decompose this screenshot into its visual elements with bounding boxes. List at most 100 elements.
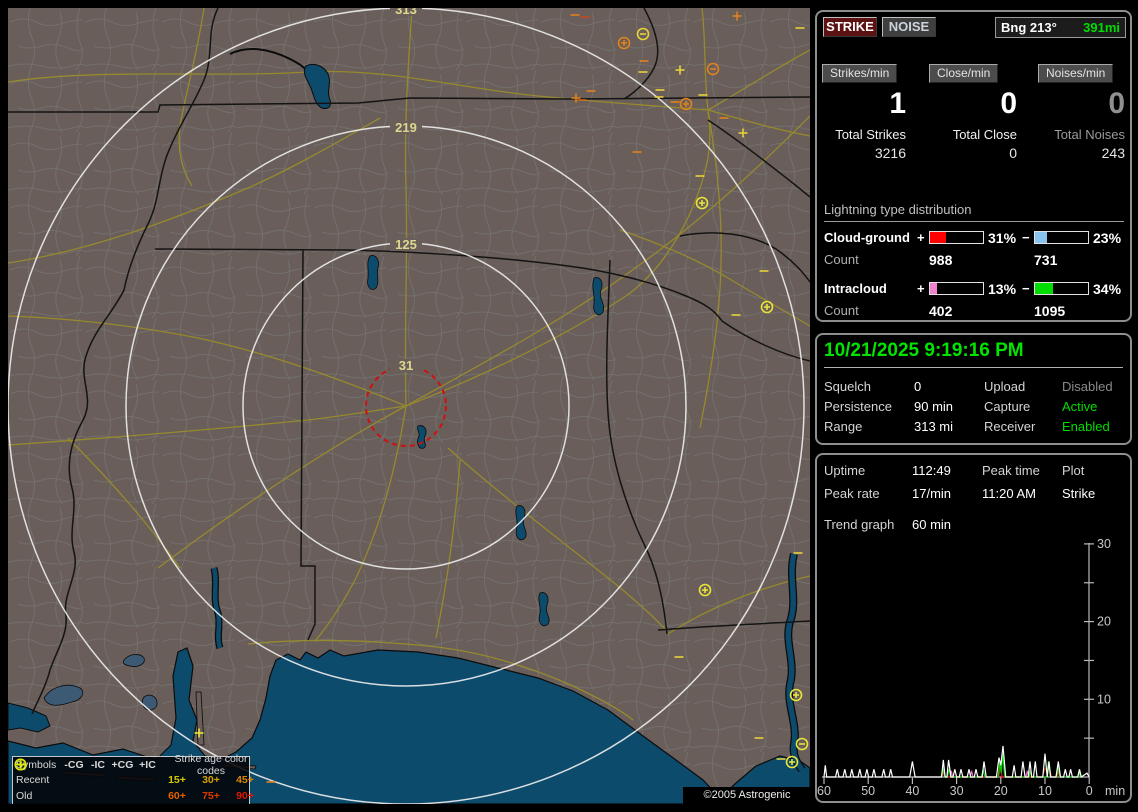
session-panel: Uptime 112:49 Peak time Plot Peak rate 1… [815, 453, 1132, 803]
peak-time-value: 11:20 AM [982, 486, 1036, 501]
receiver-status: Enabled [1062, 419, 1110, 434]
upload-status: Disabled [1062, 379, 1113, 394]
capture-label: Capture [984, 399, 1030, 414]
intracloud-row: Intracloud + 13% − 34% [824, 281, 1124, 296]
lightning-map[interactable]: 313 219 125 31 Symbols -CG -IC +CG +IC Stri… [8, 8, 810, 804]
ic-negative-pct: 34% [1093, 281, 1121, 297]
bearing-distance: 391mi [1083, 20, 1120, 35]
age-code-75: 75+ [194, 790, 228, 802]
cg-positive-count: 988 [929, 252, 952, 268]
total-noises-label: Total Noises [1038, 127, 1125, 142]
stats-panel: STRIKE NOISE Bng 213° 391mi Strikes/min … [815, 10, 1132, 322]
minus-sign: − [1022, 230, 1030, 245]
noises-per-min-value: 0 [1038, 87, 1125, 123]
svg-text:30: 30 [950, 784, 964, 798]
ic-negative-bar [1034, 282, 1089, 295]
age-code-90: 90+ [228, 790, 262, 802]
trend-graph-label: Trend graph [824, 517, 894, 532]
svg-text:10: 10 [1097, 692, 1111, 706]
map-legend: Symbols -CG -IC +CG +IC Strike age color… [12, 756, 250, 804]
svg-text:60: 60 [817, 784, 831, 798]
noises-counter: Noises/min 0 Total Noises 243 [1038, 64, 1125, 161]
close-per-min-value: 0 [929, 87, 1017, 123]
cg-positive-bar [929, 231, 984, 244]
chart-tick-labels: 1020306050403020100min [817, 539, 1125, 798]
svg-text:40: 40 [905, 784, 919, 798]
svg-text:20: 20 [1097, 615, 1111, 629]
persistence-label: Persistence [824, 399, 892, 414]
lightning-distribution: Lightning type distribution Cloud-ground… [824, 202, 1124, 318]
persistence-value: 90 min [914, 399, 953, 414]
cg-negative-pct: 23% [1093, 230, 1121, 246]
cloud-ground-counts: Count 988 731 [824, 252, 1124, 267]
status-row: Range 313 mi Receiver Enabled [817, 419, 1130, 435]
legend-col-pos-cg: +CG [110, 759, 135, 771]
close-per-min-chip[interactable]: Close/min [929, 64, 998, 83]
total-close-label: Total Close [929, 127, 1017, 142]
ring-label-313: 313 [395, 8, 417, 17]
count-label: Count [824, 252, 859, 267]
upload-label: Upload [984, 379, 1025, 394]
chart-axes [822, 543, 1094, 784]
uptime-label: Uptime [824, 463, 865, 478]
legend-row-label-old: Old [16, 790, 62, 802]
intracloud-counts: Count 402 1095 [824, 303, 1124, 318]
session-row: Peak rate 17/min 11:20 AM Strike [817, 486, 1130, 502]
bearing-value: Bng 213° [1001, 20, 1057, 35]
svg-text:20: 20 [994, 784, 1008, 798]
svg-text:10: 10 [1038, 784, 1052, 798]
chart-unit-label: min [1105, 784, 1125, 798]
squelch-value: 0 [914, 379, 921, 394]
ring-label-31: 31 [399, 358, 413, 373]
age-code-30: 30+ [194, 774, 228, 786]
strikes-per-min-chip[interactable]: Strikes/min [822, 64, 897, 83]
copyright-notice: ©2005 Astrogenic Systems [683, 787, 810, 804]
status-panel: 10/21/2025 9:19:16 PM Squelch 0 Upload D… [815, 333, 1132, 445]
ring-label-219: 219 [395, 120, 417, 135]
range-value: 313 mi [914, 419, 953, 434]
noise-button[interactable]: NOISE [882, 17, 936, 37]
peak-rate-value: 17/min [912, 486, 951, 501]
total-close-value: 0 [929, 145, 1017, 161]
cg-negative-count: 731 [1034, 252, 1057, 268]
svg-text:0: 0 [1086, 784, 1093, 798]
close-counter: Close/min 0 Total Close 0 [929, 64, 1017, 161]
age-code-15: 15+ [160, 774, 194, 786]
total-strikes-value: 3216 [822, 145, 906, 161]
cg-positive-pct: 31% [988, 230, 1016, 246]
ring-label-125: 125 [395, 237, 417, 252]
legend-col-neg-ic: -IC [86, 759, 110, 771]
map-canvas: 313 219 125 31 [8, 8, 810, 804]
ic-positive-pct: 13% [988, 281, 1016, 297]
session-row: Uptime 112:49 Peak time Plot [817, 463, 1130, 479]
cloud-ground-label: Cloud-ground [824, 230, 910, 245]
svg-text:50: 50 [861, 784, 875, 798]
receiver-label: Receiver [984, 419, 1035, 434]
plus-sign: + [917, 281, 925, 296]
peak-time-label: Peak time [982, 463, 1040, 478]
squelch-label: Squelch [824, 379, 871, 394]
trend-graph-value: 60 min [912, 517, 951, 532]
bearing-readout: Bng 213° 391mi [995, 17, 1126, 38]
peak-rate-label: Peak rate [824, 486, 880, 501]
status-row: Persistence 90 min Capture Active [817, 399, 1130, 415]
strikes-counter: Strikes/min 1 Total Strikes 3216 [822, 64, 906, 161]
trend-graph-row: Trend graph 60 min [817, 517, 1130, 533]
plot-mode-value: Strike [1062, 486, 1095, 501]
cloud-ground-row: Cloud-ground + 31% − 23% [824, 230, 1124, 245]
total-strikes-label: Total Strikes [822, 127, 906, 142]
strike-button[interactable]: STRIKE [823, 17, 877, 37]
status-row: Squelch 0 Upload Disabled [817, 379, 1130, 395]
noises-per-min-chip[interactable]: Noises/min [1038, 64, 1113, 83]
plot-label: Plot [1062, 463, 1084, 478]
plus-sign: + [917, 230, 925, 245]
strikes-per-min-value: 1 [822, 87, 906, 123]
distribution-title: Lightning type distribution [824, 202, 1124, 222]
current-datetime: 10/21/2025 9:19:16 PM [824, 340, 1123, 368]
ic-negative-count: 1095 [1034, 303, 1065, 319]
intracloud-label: Intracloud [824, 281, 887, 296]
legend-row-label-recent: Recent [16, 774, 62, 786]
minus-sign: − [1022, 281, 1030, 296]
legend-col-pos-ic: +IC [135, 759, 160, 771]
range-label: Range [824, 419, 862, 434]
